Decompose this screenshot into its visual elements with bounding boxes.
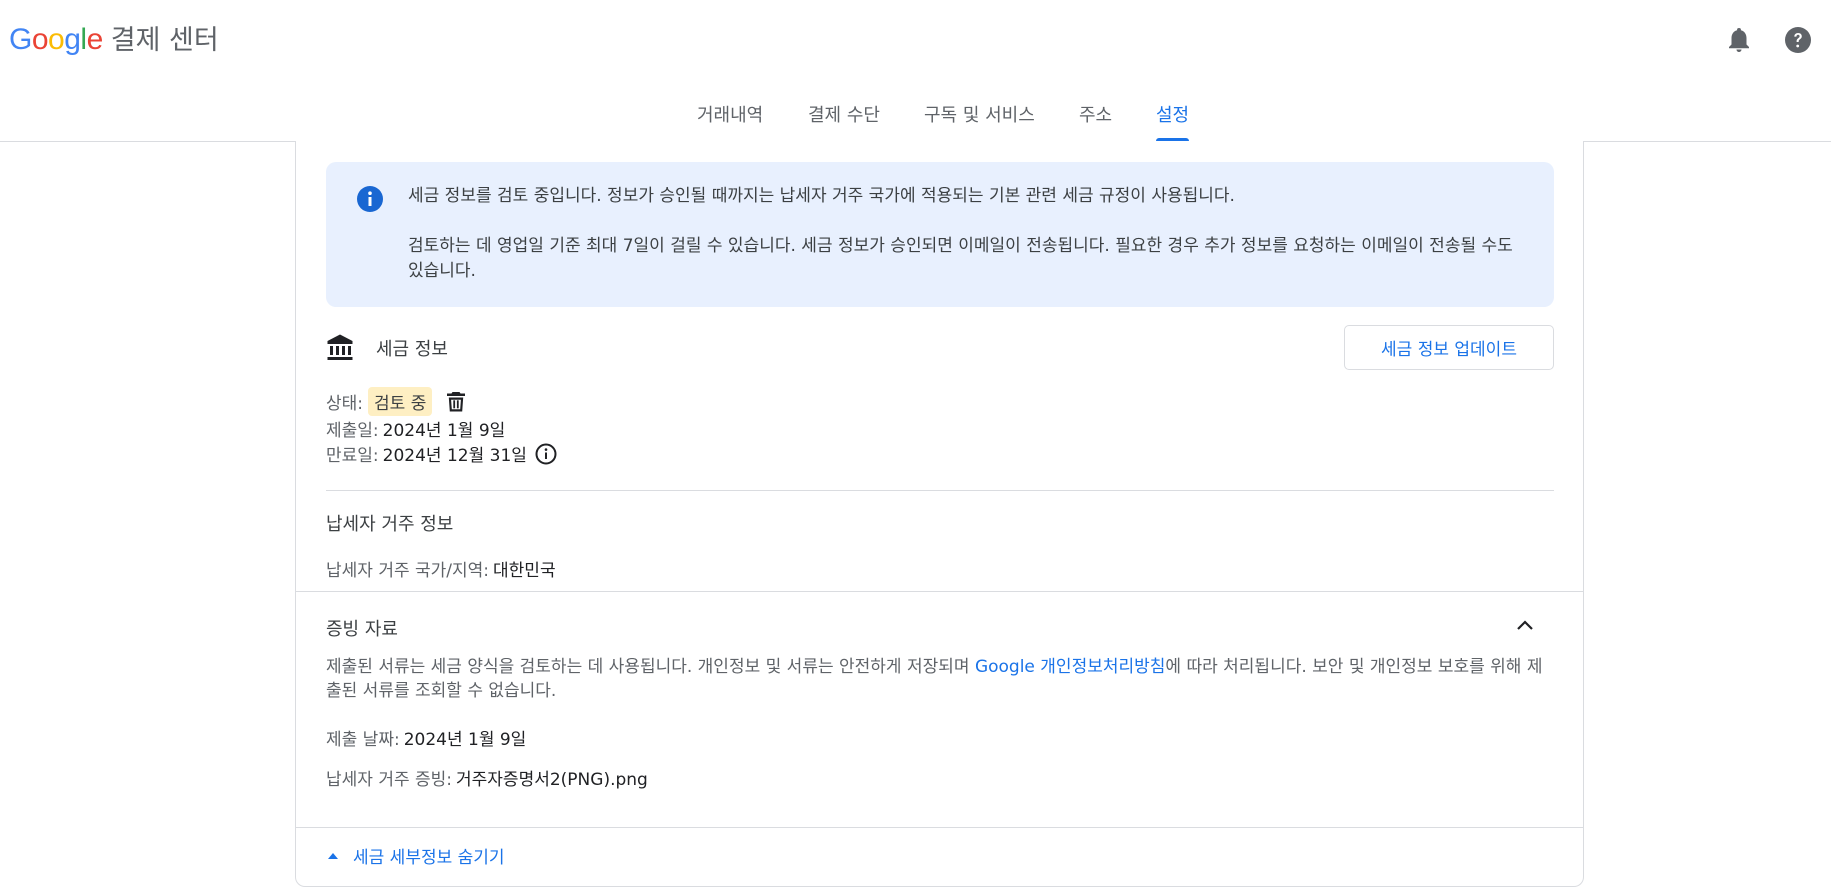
submitted-date-row: 제출일: 2024년 1월 9일 <box>326 416 505 441</box>
expiry-date-row: 만료일: 2024년 12월 31일 <box>326 441 557 466</box>
evidence-title: 증빙 자료 <box>326 619 398 640</box>
triangle-up-icon <box>328 852 338 859</box>
residency-proof-row: 납세자 거주 증빙: 거주자증명서2(PNG).png <box>326 765 648 790</box>
banner-line-1: 세금 정보를 검토 중입니다. 정보가 승인될 때까지는 납세자 거주 국가에 … <box>408 186 1235 206</box>
submitted-label: 제출일: <box>326 421 379 441</box>
expiry-label: 만료일: <box>326 446 379 466</box>
residency-country-label: 납세자 거주 국가/지역: <box>326 561 490 581</box>
banner-text: 세금 정보를 검토 중입니다. 정보가 승인될 때까지는 납세자 거주 국가에 … <box>408 184 1528 284</box>
tax-info-header: 세금 정보 세금 정보 업데이트 <box>326 325 1554 370</box>
tab-transactions[interactable]: 거래내역 <box>697 100 763 142</box>
evidence-submit-date-value: 2024년 1월 9일 <box>403 730 527 750</box>
tax-info-title: 세금 정보 <box>376 339 448 360</box>
info-outline-icon <box>535 443 557 464</box>
trash-icon <box>447 391 466 411</box>
delete-button[interactable] <box>446 391 466 413</box>
residency-proof-value: 거주자증명서2(PNG).png <box>456 770 648 790</box>
residency-country-row: 납세자 거주 국가/지역: 대한민국 <box>326 556 556 581</box>
brand[interactable]: Google 결제 센터 <box>9 20 219 60</box>
expiry-value: 2024년 12월 31일 <box>382 446 527 466</box>
divider <box>296 591 1583 592</box>
evidence-description: 제출된 서류는 세금 양식을 검토하는 데 사용됩니다. 개인정보 및 서류는 … <box>326 657 1543 701</box>
residency-title: 납세자 거주 정보 <box>326 514 454 535</box>
update-tax-info-button[interactable]: 세금 정보 업데이트 <box>1344 325 1554 370</box>
hide-tax-details-link[interactable]: 세금 세부정보 숨기기 <box>326 843 505 868</box>
status-label: 상태: <box>326 394 364 414</box>
nav-tabs: 거래내역 결제 수단 구독 및 서비스 주소 설정 <box>0 100 1831 142</box>
bell-icon <box>1729 28 1749 52</box>
bank-icon <box>327 334 353 360</box>
privacy-policy-link[interactable]: Google 개인정보처리방침 <box>975 657 1165 677</box>
evidence-submit-date-label: 제출 날짜: <box>326 730 400 750</box>
divider <box>326 490 1554 491</box>
google-logo: Google <box>9 23 103 56</box>
notifications-button[interactable] <box>1721 22 1757 58</box>
tax-info-card: 세금 정보를 검토 중입니다. 정보가 승인될 때까지는 납세자 거주 국가에 … <box>295 141 1584 887</box>
status-badge: 검토 중 <box>368 387 433 416</box>
review-info-banner: 세금 정보를 검토 중입니다. 정보가 승인될 때까지는 납세자 거주 국가에 … <box>326 162 1554 307</box>
divider <box>296 827 1583 828</box>
help-button[interactable] <box>1780 22 1816 58</box>
evidence-submit-date-row: 제출 날짜: 2024년 1월 9일 <box>326 725 526 750</box>
help-icon <box>1785 27 1811 53</box>
tab-subscriptions[interactable]: 구독 및 서비스 <box>924 100 1035 142</box>
top-bar: Google 결제 센터 거래내역 결제 수단 구독 및 서비스 주소 설정 <box>0 0 1831 142</box>
tab-payment-methods[interactable]: 결제 수단 <box>808 100 880 142</box>
residency-proof-label: 납세자 거주 증빙: <box>326 770 453 790</box>
expiry-info-button[interactable] <box>535 443 557 465</box>
info-icon <box>357 186 383 212</box>
submitted-value: 2024년 1월 9일 <box>382 421 506 441</box>
banner-line-2: 검토하는 데 영업일 기준 최대 7일이 걸릴 수 있습니다. 세금 정보가 승… <box>408 236 1513 281</box>
status-row: 상태: 검토 중 <box>326 387 466 416</box>
chevron-up-icon <box>1517 620 1533 630</box>
residency-country-value: 대한민국 <box>493 561 556 581</box>
collapse-evidence-button[interactable] <box>1509 609 1541 641</box>
tab-address[interactable]: 주소 <box>1079 100 1112 142</box>
tab-settings[interactable]: 설정 <box>1156 100 1190 142</box>
product-name: 결제 센터 <box>110 24 219 56</box>
